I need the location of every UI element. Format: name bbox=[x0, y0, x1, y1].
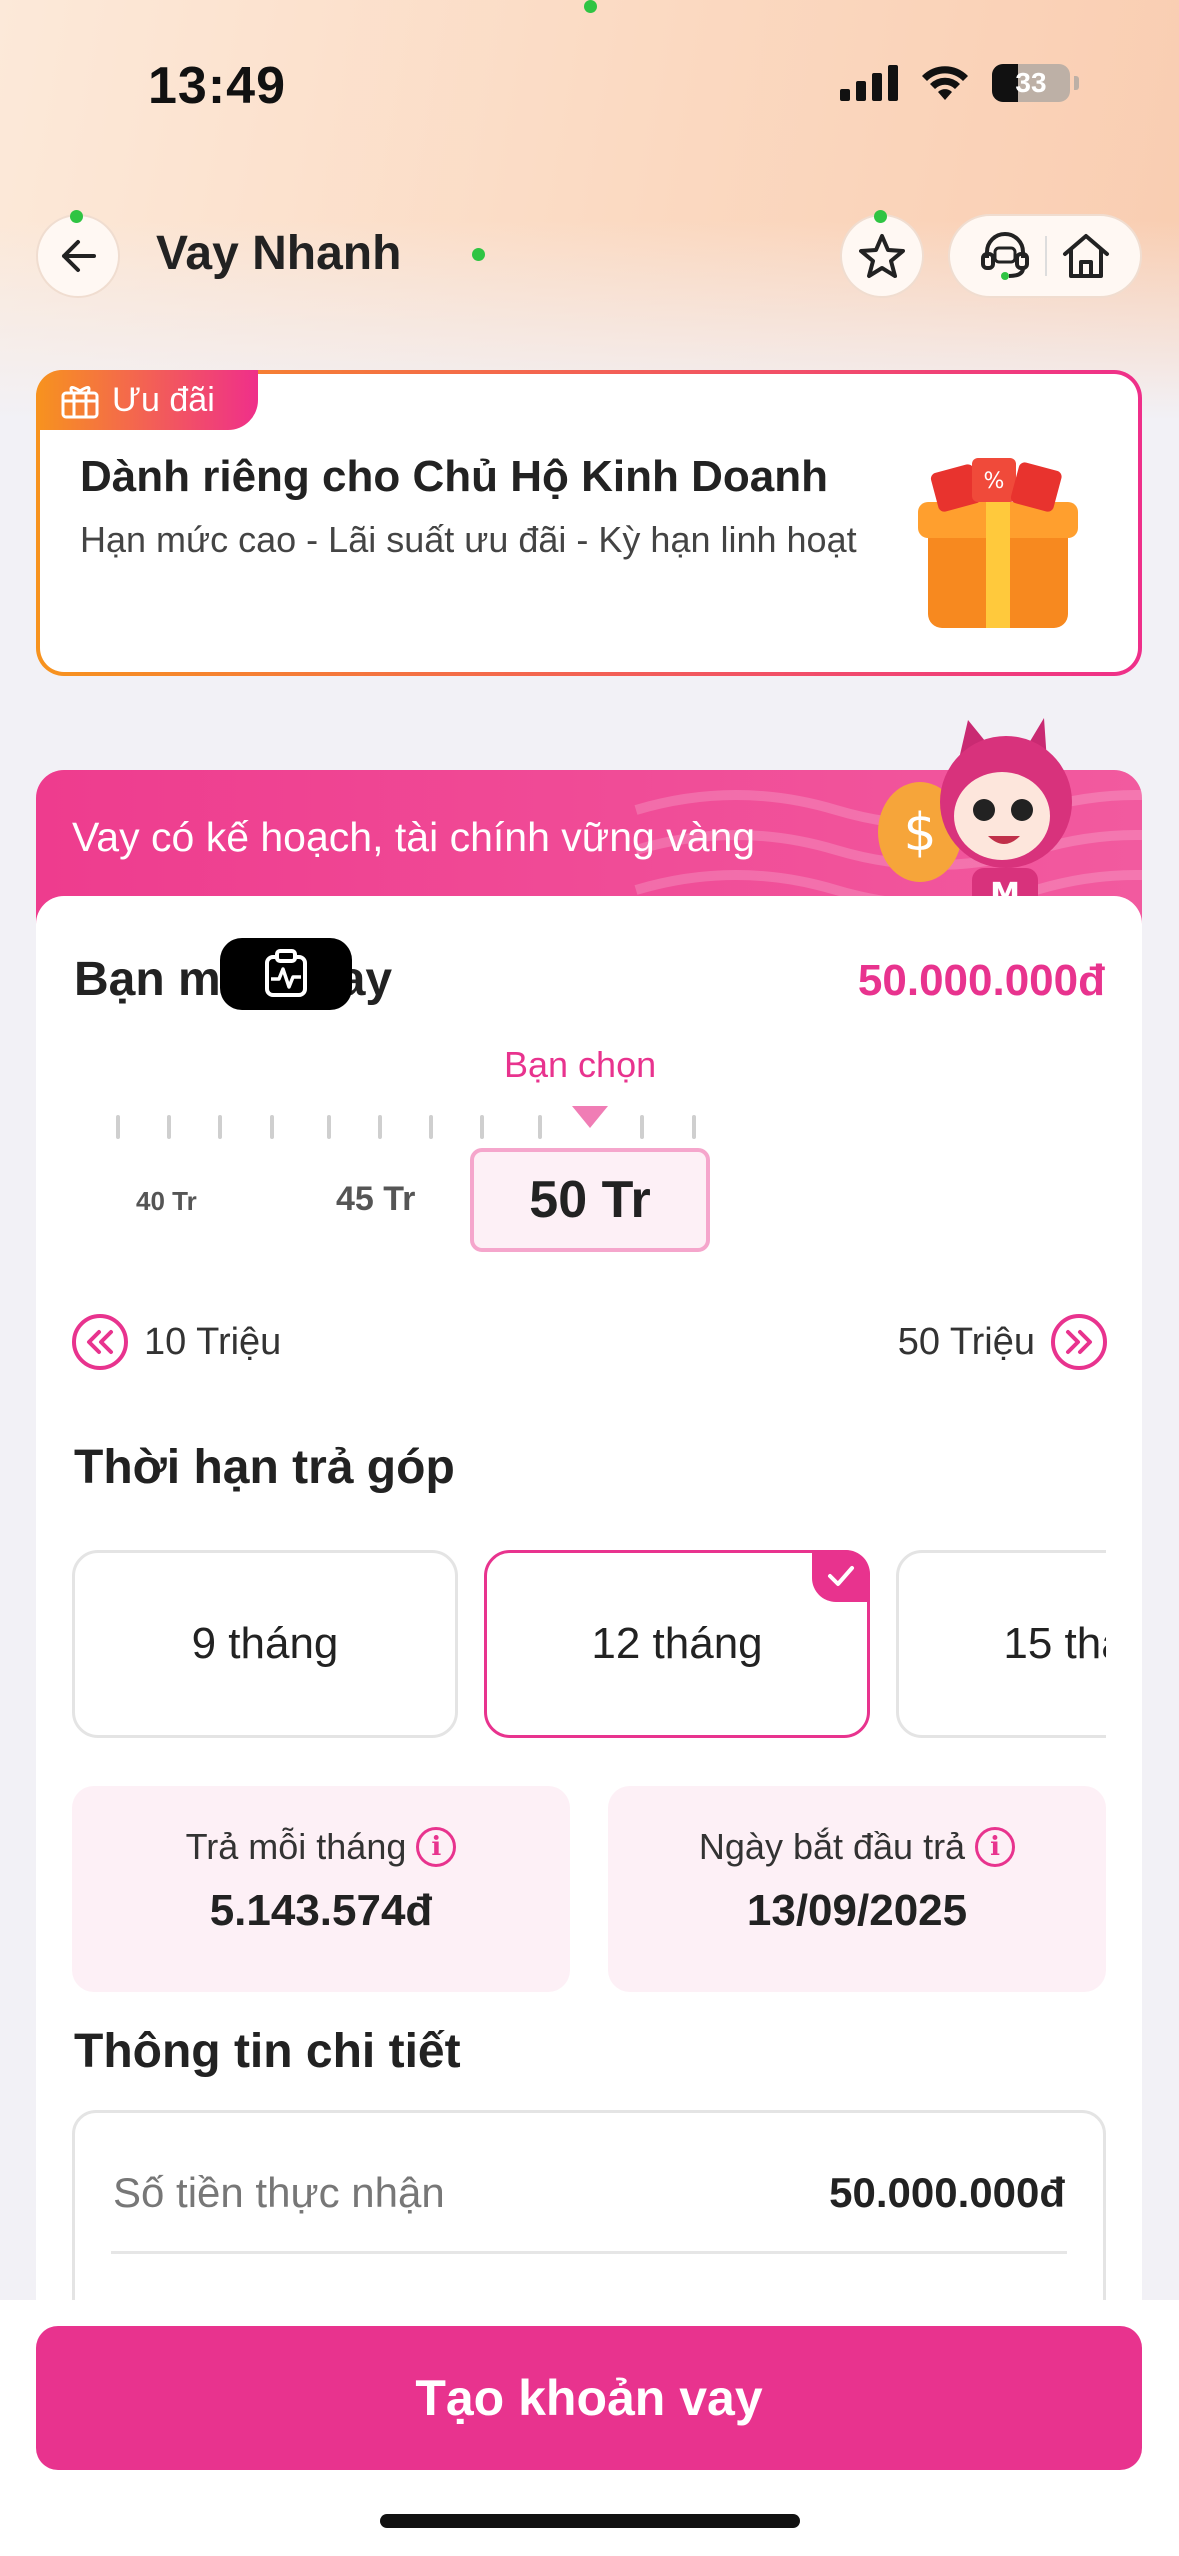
pill-divider bbox=[1045, 236, 1047, 276]
monthly-payment-box: Trả mỗi tháng i 5.143.574đ bbox=[72, 1786, 570, 1992]
cellular-signal-icon bbox=[840, 65, 898, 101]
double-chevron-right-icon[interactable] bbox=[1051, 1314, 1107, 1370]
page-title: Vay Nhanh bbox=[156, 227, 402, 280]
term-option-label: 9 tháng bbox=[191, 1619, 339, 1668]
min-amount-label: 10 Triệu bbox=[144, 1320, 282, 1363]
term-option-12[interactable]: 12 tháng bbox=[484, 1550, 870, 1738]
battery-level: 33 bbox=[1015, 67, 1047, 98]
start-date-value: 13/09/2025 bbox=[746, 1886, 968, 1935]
status-time: 13:49 bbox=[148, 57, 286, 115]
clipboard-pulse-icon bbox=[265, 949, 307, 997]
battery-nub bbox=[1074, 76, 1079, 90]
start-date-box: Ngày bắt đầu trả i 13/09/2025 bbox=[608, 1786, 1106, 1992]
info-icon[interactable]: i bbox=[975, 1827, 1016, 1867]
min-amount[interactable]: 10 Triệu bbox=[72, 1314, 281, 1370]
details-title: Thông tin chi tiết bbox=[74, 2025, 461, 2078]
promo-card[interactable]: Ưu đãi Dành riêng cho Chủ Hộ Kinh Doanh … bbox=[36, 370, 1142, 676]
slider-label-45[interactable]: 45 Tr bbox=[336, 1180, 415, 1219]
term-option-label: 12 tháng bbox=[591, 1619, 763, 1668]
battery-icon: 33 bbox=[992, 64, 1070, 102]
chosen-amount-box[interactable]: 50 Tr bbox=[470, 1148, 710, 1252]
indicator-dot bbox=[874, 210, 887, 223]
slider-tick bbox=[692, 1115, 696, 1139]
privacy-dot bbox=[584, 0, 597, 13]
svg-text:$: $ bbox=[903, 803, 936, 863]
slider-tick bbox=[218, 1115, 222, 1139]
status-icons: 33 bbox=[840, 64, 1079, 102]
slider-tick bbox=[429, 1115, 433, 1139]
amount-slider-ticks[interactable] bbox=[116, 1115, 696, 1139]
mascot-illustration: $ M bbox=[878, 718, 1072, 912]
indicator-dot bbox=[70, 210, 83, 223]
favorite-button[interactable] bbox=[840, 214, 924, 298]
amount-label-start: Bạn m bbox=[74, 953, 221, 1006]
term-option-9[interactable]: 9 tháng bbox=[72, 1550, 458, 1738]
svg-text:%: % bbox=[984, 469, 1005, 494]
create-loan-button[interactable]: Tạo khoản vay bbox=[36, 2326, 1142, 2470]
info-icon[interactable]: i bbox=[416, 1827, 457, 1867]
slider-tick bbox=[378, 1115, 382, 1139]
home-indicator[interactable] bbox=[380, 2514, 800, 2528]
promo-tag: Ưu đãi bbox=[36, 370, 258, 430]
slider-tick bbox=[480, 1115, 484, 1139]
chosen-label: Bạn chọn bbox=[504, 1044, 657, 1085]
start-date-label: Ngày bắt đầu trả bbox=[698, 1826, 966, 1867]
term-title: Thời hạn trả góp bbox=[74, 1441, 455, 1494]
received-amount-value: 50.000.000đ bbox=[829, 2169, 1065, 2216]
promo-subtitle: Hạn mức cao - Lãi suất ưu đãi - Kỳ hạn l… bbox=[80, 519, 857, 560]
double-chevron-left-icon[interactable] bbox=[72, 1314, 128, 1370]
promo-tag-label: Ưu đãi bbox=[112, 380, 215, 419]
gift-box-icon bbox=[61, 386, 99, 419]
slider-tick bbox=[327, 1115, 331, 1139]
amount-value: 50.000.000đ bbox=[857, 956, 1105, 1005]
monthly-payment-label: Trả mỗi tháng bbox=[185, 1826, 407, 1867]
star-icon bbox=[859, 234, 905, 278]
arrow-left-icon bbox=[62, 240, 96, 272]
slider-tick bbox=[116, 1115, 120, 1139]
monthly-payment-value: 5.143.574đ bbox=[209, 1886, 433, 1935]
slider-label-40[interactable]: 40 Tr bbox=[136, 1186, 197, 1217]
back-button[interactable] bbox=[36, 214, 120, 298]
header-actions-pill bbox=[948, 214, 1142, 298]
max-amount-label: 50 Triệu bbox=[897, 1320, 1035, 1363]
received-amount-label: Số tiền thực nhận bbox=[113, 2169, 445, 2216]
indicator-dot bbox=[472, 248, 485, 261]
slider-tick bbox=[270, 1115, 274, 1139]
support-headset-icon[interactable] bbox=[979, 230, 1031, 282]
term-option-label: 15 tháng bbox=[1003, 1619, 1106, 1668]
details-divider bbox=[111, 2251, 1067, 2254]
term-options: 9 tháng 12 tháng 15 tháng bbox=[72, 1548, 1106, 1742]
check-icon bbox=[812, 1550, 870, 1602]
max-amount[interactable]: 50 Triệu bbox=[898, 1314, 1107, 1370]
term-option-15[interactable]: 15 tháng bbox=[896, 1550, 1106, 1738]
promo-title: Dành riêng cho Chủ Hộ Kinh Doanh bbox=[80, 452, 828, 501]
gift-illustration: % bbox=[918, 458, 1078, 628]
slider-tick bbox=[538, 1115, 542, 1139]
wifi-icon bbox=[922, 66, 968, 100]
slider-tick bbox=[640, 1115, 644, 1139]
slider-tick bbox=[167, 1115, 171, 1139]
loan-banner-text: Vay có kế hoạch, tài chính vững vàng bbox=[72, 814, 756, 860]
home-icon[interactable] bbox=[1061, 232, 1111, 280]
screen-recording-indicator bbox=[220, 938, 352, 1010]
